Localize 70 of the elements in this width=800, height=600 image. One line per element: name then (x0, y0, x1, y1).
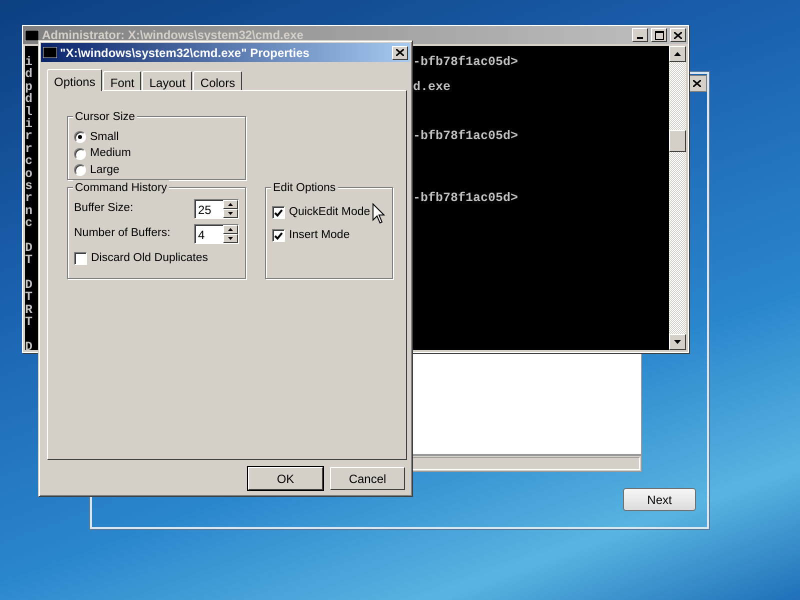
radio-button[interactable] (74, 131, 86, 144)
field-label: Buffer Size: (74, 200, 134, 216)
close-icon (674, 32, 682, 38)
spin-button[interactable] (223, 224, 238, 242)
checkbox[interactable] (74, 252, 87, 265)
number-field[interactable]: 4 (194, 224, 239, 244)
console-text: n (25, 204, 34, 218)
console-icon (43, 47, 57, 58)
scrollbar-thumb[interactable] (669, 130, 686, 152)
next-button[interactable]: Next (623, 488, 696, 511)
console-text: c (25, 155, 34, 168)
console-text: -bfb78f1ac05d> (413, 130, 518, 143)
console-text: i (25, 118, 34, 130)
tab[interactable]: Layout (142, 71, 192, 90)
close-icon (693, 80, 701, 87)
console-text: T (25, 254, 34, 267)
console-text: -bfb78f1ac05d> (413, 192, 518, 205)
field-label: Number of Buffers: (74, 226, 172, 241)
up-arrow-icon (674, 52, 681, 56)
console-text: r (25, 130, 34, 143)
minimize-button[interactable] (632, 28, 648, 42)
console-icon (25, 30, 39, 40)
option-label: Medium (90, 146, 131, 162)
tab[interactable]: Colors (193, 71, 242, 90)
option-label: Small (90, 130, 119, 145)
close-icon (396, 49, 404, 56)
console-text: T (25, 316, 34, 329)
dialog-title: "X:\windows\system32\cmd.exe" Properties (60, 44, 310, 62)
checkbox-label: Discard Old Duplicates (91, 250, 208, 266)
console-text: d.exe (413, 80, 451, 94)
cancel-button[interactable]: Cancel (330, 467, 405, 490)
console-text: r (25, 142, 34, 156)
checkbox-label: QuickEdit Mode (289, 204, 370, 220)
console-text: s (25, 180, 34, 192)
down-arrow-icon (228, 212, 233, 214)
maximize-button[interactable] (651, 28, 667, 42)
spin-button[interactable] (223, 200, 238, 218)
number-field[interactable]: 25 (194, 198, 239, 218)
window-title: Administrator: X:\windows\system32\cmd.exe (42, 27, 304, 44)
console-text: d (25, 93, 34, 106)
ok-button[interactable]: OK (248, 467, 323, 490)
radio-button[interactable] (74, 148, 86, 160)
console-text: d (25, 68, 34, 81)
console-text: i (25, 56, 34, 68)
checkbox-label: Insert Mode (289, 228, 350, 243)
scroll-down-button[interactable] (669, 334, 686, 350)
console-text: o (25, 168, 34, 180)
tab[interactable]: Options (47, 69, 102, 91)
console-text: D (25, 242, 34, 254)
console-text: D (25, 279, 34, 292)
console-text: -bfb78f1ac05d> (413, 56, 518, 68)
down-arrow-icon (674, 340, 681, 344)
checkbox[interactable] (272, 229, 285, 242)
console-text: r (25, 192, 34, 205)
console-text: R (25, 304, 34, 316)
tab[interactable]: Font (103, 71, 142, 90)
console-text: p (25, 80, 34, 94)
option-label: Large (90, 162, 120, 178)
console-text: T (25, 291, 34, 304)
console-text: D (25, 340, 34, 354)
up-arrow-icon (228, 202, 233, 206)
mouse-pointer-icon (372, 203, 386, 225)
console-text: c (25, 217, 34, 230)
console-text: l (25, 106, 34, 118)
radio-button[interactable] (74, 164, 86, 176)
maximize-icon (654, 30, 664, 40)
up-arrow-icon (228, 228, 233, 230)
checkbox[interactable] (272, 206, 285, 219)
scroll-up-button[interactable] (669, 46, 686, 62)
down-arrow-icon (228, 236, 233, 240)
